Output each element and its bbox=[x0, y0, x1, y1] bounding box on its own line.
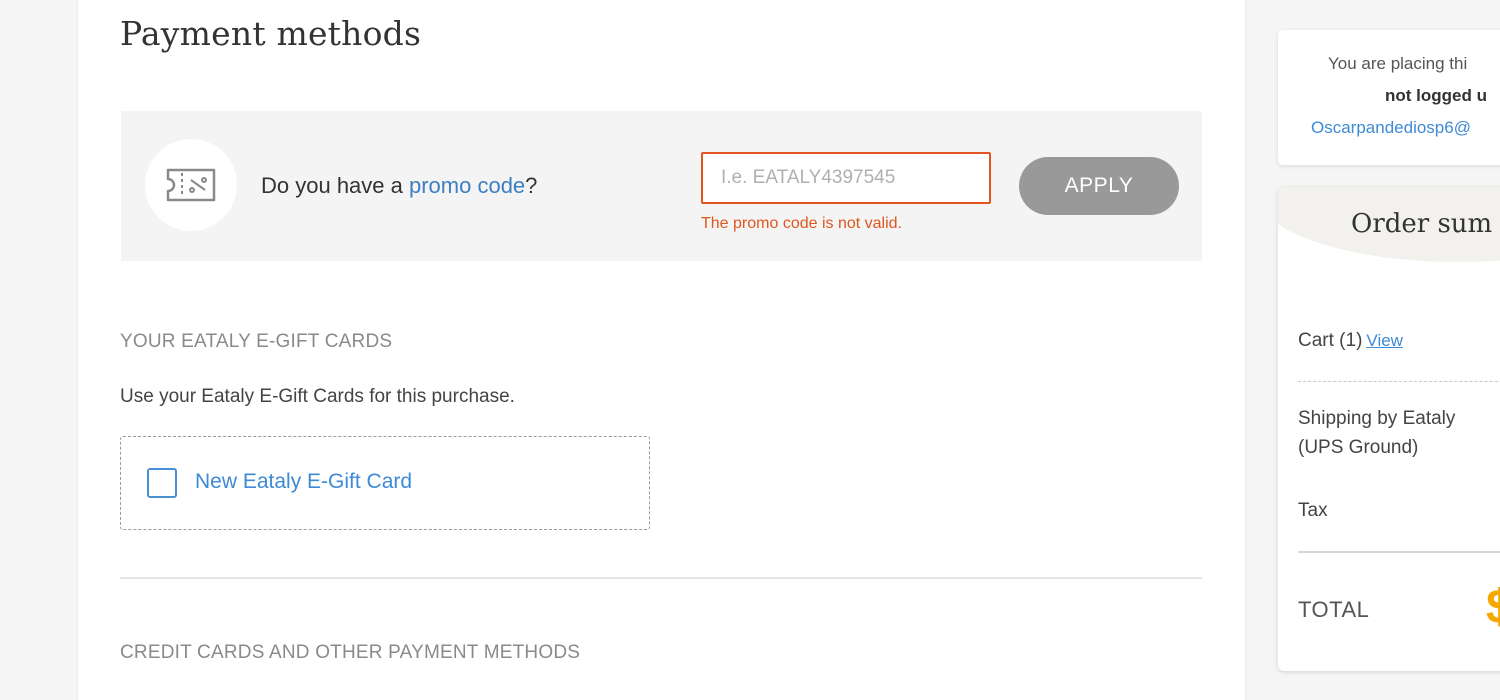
promo-code-link[interactable]: promo code bbox=[409, 173, 525, 198]
apply-promo-button[interactable]: APPLY bbox=[1019, 157, 1179, 215]
coupon-ticket-icon bbox=[166, 168, 216, 202]
total-label: TOTAL bbox=[1298, 597, 1370, 622]
summary-total-divider bbox=[1298, 551, 1500, 553]
view-cart-link[interactable]: View bbox=[1366, 331, 1403, 350]
total-value: $ bbox=[1486, 581, 1500, 634]
promo-code-section: Do you have a promo code? The promo code… bbox=[121, 111, 1202, 261]
summary-dashed-divider bbox=[1298, 381, 1500, 382]
payment-main-panel: Payment methods Do you have a promo code… bbox=[78, 0, 1245, 700]
promo-question-suffix: ? bbox=[525, 173, 538, 198]
page-title: Payment methods bbox=[120, 14, 422, 53]
shipping-label-line2: (UPS Ground) bbox=[1298, 437, 1419, 458]
promo-question: Do you have a promo code? bbox=[261, 173, 537, 199]
tax-label: Tax bbox=[1298, 500, 1328, 521]
cart-label: Cart (1) bbox=[1298, 330, 1363, 351]
new-gift-card-label[interactable]: New Eataly E-Gift Card bbox=[195, 470, 412, 494]
section-divider bbox=[120, 577, 1202, 579]
promo-question-prefix: Do you have a bbox=[261, 173, 409, 198]
cart-row: Cart (1) View bbox=[1298, 330, 1403, 352]
gift-cards-heading: YOUR EATALY E-GIFT CARDS bbox=[120, 331, 393, 352]
gift-card-checkbox[interactable] bbox=[147, 468, 177, 498]
login-notice-line1: You are placing thi bbox=[1328, 54, 1468, 73]
login-notice-card: You are placing thi not logged u Oscarpa… bbox=[1278, 30, 1500, 165]
credit-cards-heading: CREDIT CARDS AND OTHER PAYMENT METHODS bbox=[120, 642, 581, 663]
promo-code-input[interactable] bbox=[701, 152, 991, 204]
promo-error-message: The promo code is not valid. bbox=[701, 215, 902, 232]
login-notice-line2: not logged u bbox=[1385, 86, 1487, 105]
promo-icon-circle bbox=[145, 139, 237, 231]
gift-cards-description: Use your Eataly E-Gift Cards for this pu… bbox=[120, 386, 515, 407]
order-summary-card: Order sum Cart (1) View Shipping by Eatal… bbox=[1278, 187, 1500, 671]
order-summary-title: Order sum bbox=[1351, 209, 1493, 239]
shipping-label-line1: Shipping by Eataly bbox=[1298, 408, 1456, 429]
new-gift-card-option[interactable]: New Eataly E-Gift Card bbox=[120, 436, 650, 530]
login-email-link[interactable]: Oscarpandediosp6@ bbox=[1311, 118, 1471, 138]
